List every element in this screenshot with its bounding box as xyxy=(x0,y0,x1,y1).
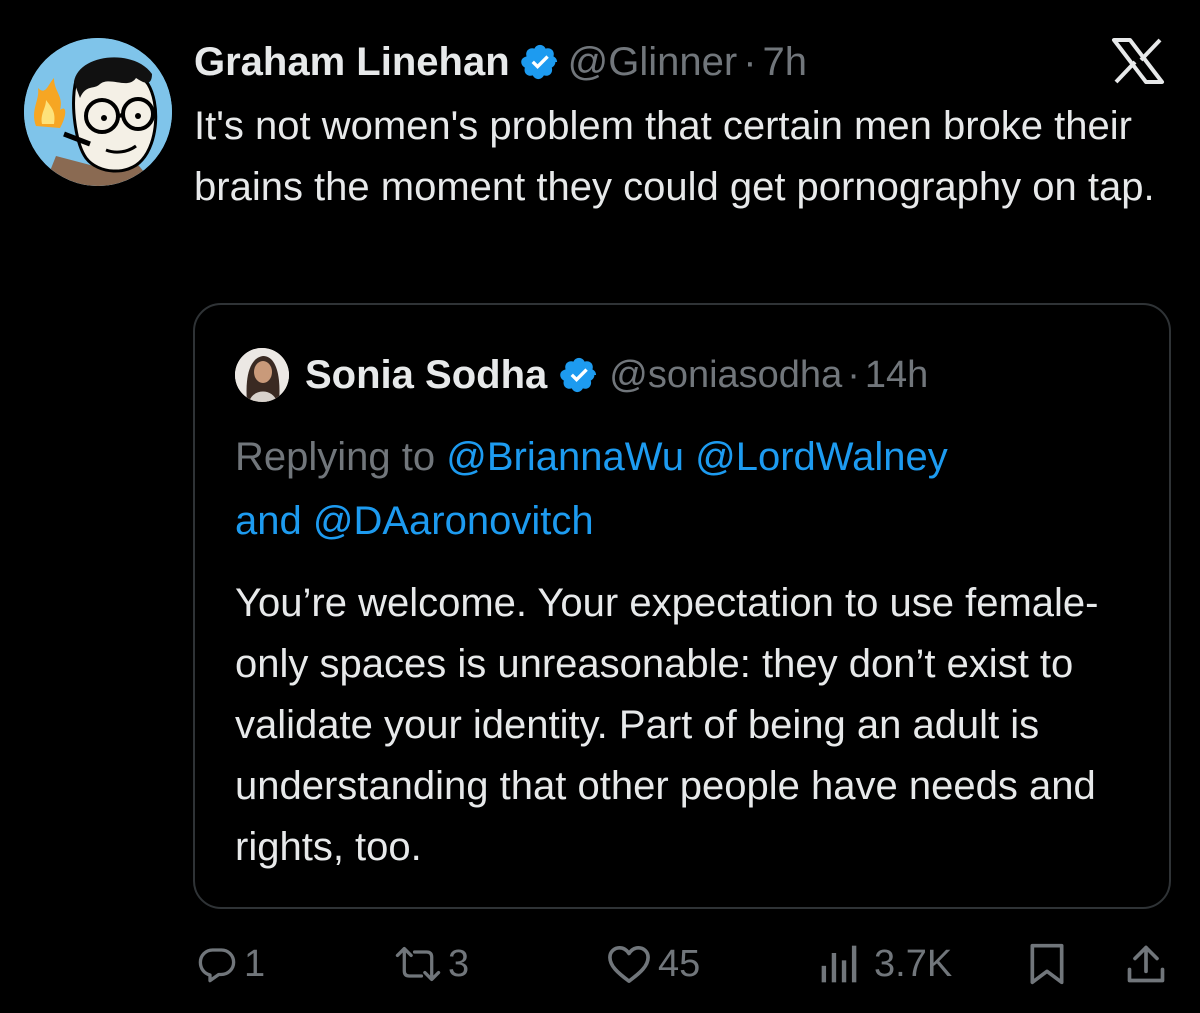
verified-badge-icon xyxy=(559,355,599,395)
author-avatar[interactable] xyxy=(24,38,172,186)
author-handle[interactable]: @Glinner xyxy=(568,40,738,85)
retweet-count: 3 xyxy=(448,942,470,985)
author-display-name[interactable]: Graham Linehan xyxy=(194,40,510,85)
heart-icon xyxy=(608,945,650,983)
tweet-text: It's not women's problem that certain me… xyxy=(194,104,1155,209)
quoted-tweet-header: Sonia Sodha @soniasodha · 14h xyxy=(235,348,928,402)
action-bar: 1 3 45 3.7K xyxy=(0,932,1200,996)
mention-link[interactable]: @DAaronovitch xyxy=(313,499,594,543)
timestamp[interactable]: 7h xyxy=(763,40,808,85)
tweet[interactable]: Graham Linehan @Glinner · 7h It's not wo… xyxy=(0,0,1200,1013)
quoted-author-display-name[interactable]: Sonia Sodha xyxy=(305,353,547,398)
like-button[interactable]: 45 xyxy=(606,932,700,996)
separator-dot: · xyxy=(743,39,757,84)
quoted-timestamp[interactable]: 14h xyxy=(865,354,928,397)
retweet-icon xyxy=(395,946,441,982)
verified-badge-icon xyxy=(520,42,560,82)
mention-link[interactable]: @LordWalney xyxy=(695,435,948,479)
replying-to-line: Replying to @BriannaWu @LordWalney and @D… xyxy=(235,425,1135,553)
tweet-header: Graham Linehan @Glinner · 7h xyxy=(194,36,807,88)
replying-to-label: Replying to xyxy=(235,435,436,479)
reply-icon xyxy=(198,948,236,983)
portrait-avatar-icon xyxy=(235,348,289,402)
reply-count: 1 xyxy=(244,942,266,985)
share-icon xyxy=(1127,945,1165,983)
reply-button[interactable]: 1 xyxy=(196,932,265,996)
quoted-author-handle[interactable]: @soniasodha xyxy=(609,354,842,397)
share-button[interactable] xyxy=(1124,932,1168,996)
bookmark-icon xyxy=(1030,943,1064,985)
quoted-author-avatar[interactable] xyxy=(235,348,289,402)
mention-link[interactable]: @BriannaWu xyxy=(446,435,684,479)
cartoon-avatar-icon xyxy=(24,38,172,186)
retweet-button[interactable]: 3 xyxy=(394,932,469,996)
and-word: and xyxy=(235,499,302,543)
x-logo-icon xyxy=(1108,36,1168,86)
separator-dot: · xyxy=(847,353,860,396)
analytics-icon xyxy=(821,945,857,983)
views-button[interactable]: 3.7K xyxy=(818,932,952,996)
quoted-tweet[interactable]: Sonia Sodha @soniasodha · 14h Replying t… xyxy=(193,303,1171,909)
like-count: 45 xyxy=(658,942,701,985)
quoted-tweet-text: You’re welcome. Your expectation to use … xyxy=(235,581,1099,869)
bookmark-button[interactable] xyxy=(1026,932,1068,996)
view-count: 3.7K xyxy=(874,942,953,985)
